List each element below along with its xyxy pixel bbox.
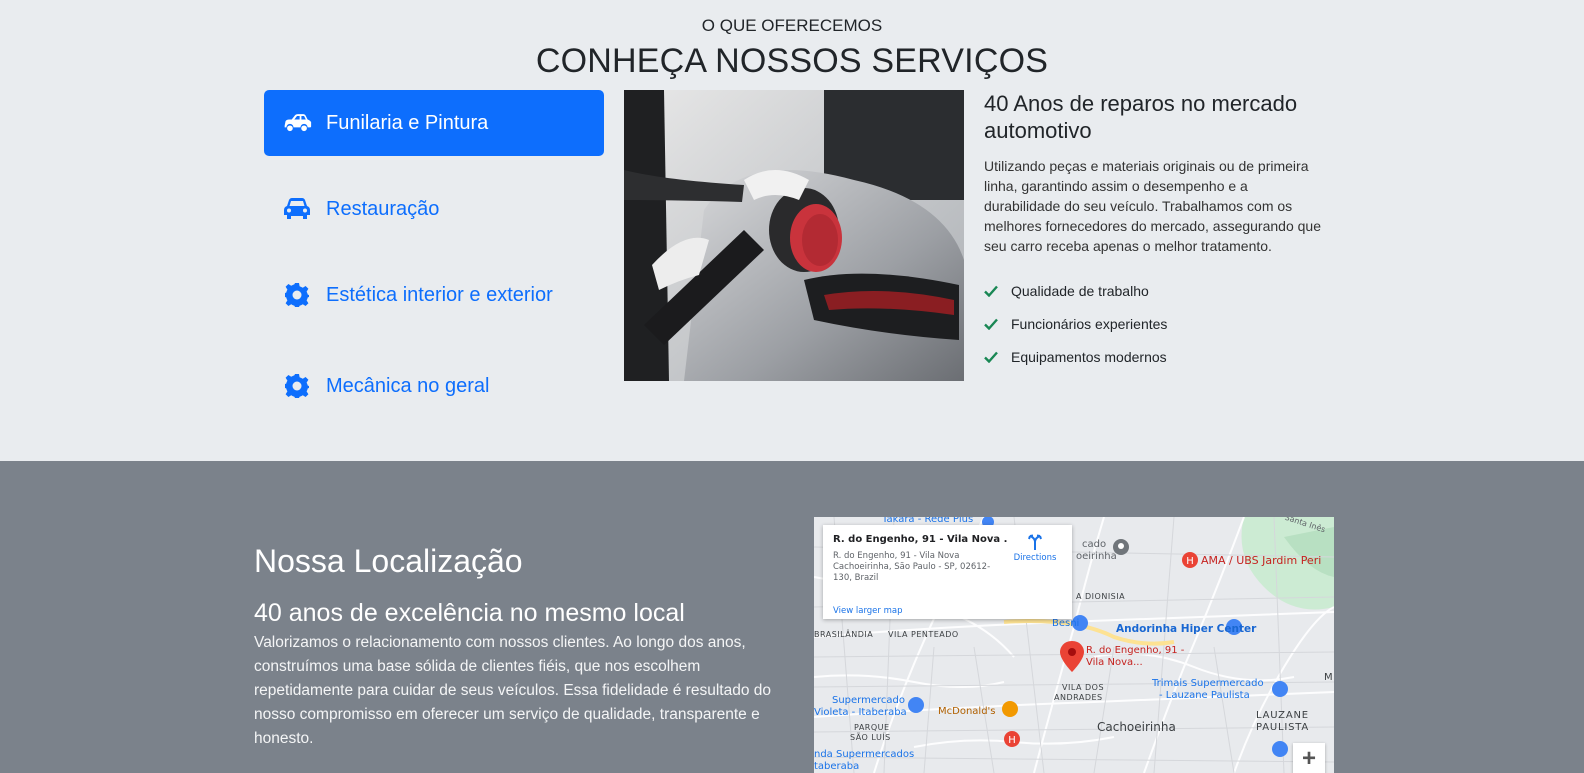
check-icon [984,318,998,330]
map-label: SÃO LUÍS [850,733,891,742]
directions-button[interactable]: Directions [1010,533,1060,563]
check-icon [984,285,998,297]
directions-label: Directions [1013,553,1057,563]
location-body: Valorizamos o relacionamento com nossos … [254,634,771,747]
google-map[interactable]: H H Takara - Rede Plus Santa Inês cado o… [814,517,1334,773]
map-label: Takara - Rede Plus [882,517,974,525]
view-larger-map-link[interactable]: View larger map [833,606,903,616]
map-label: R. do Engenho, 91 - [1086,645,1185,656]
map-label: Besni [1052,618,1080,629]
tab-mecanica[interactable]: Mecânica no geral [264,353,604,419]
location-section: Nossa Localização 40 anos de excelência … [0,461,1584,773]
services-section: O QUE OFERECEMOS CONHEÇA NOSSOS SERVIÇOS… [0,0,1584,461]
section-eyebrow: O QUE OFERECEMOS [701,16,883,35]
map-label: Supermercado [832,695,905,706]
map-place-card: R. do Engenho, 91 - Vila Nova ... R. do … [823,525,1072,619]
map-label: Vila Nova... [1086,657,1143,668]
section-title: CONHEÇA NOSSOS SERVIÇOS [535,42,1049,80]
tab-label: Estética interior e exterior [326,283,553,306]
map-label: cado [1082,539,1107,550]
map-label: VILA DOS [1062,683,1105,692]
svg-text:H: H [1008,735,1016,746]
svg-text:H: H [1186,556,1194,567]
map-label: Violeta - Itaberaba [814,707,907,718]
map-label: Andorinha Hiper Center [1116,623,1257,635]
service-photo [624,90,964,381]
map-label: Trimais Supermercado [1152,678,1264,689]
feature-label: Funcionários experientes [1011,315,1168,332]
tab-label: Funilaria e Pintura [326,111,489,134]
place-address: R. do Engenho, 91 - Vila Nova Cachoeirin… [833,551,991,583]
location-text: Nossa Localização 40 anos de excelência … [254,541,774,751]
map-label: McDonald's [938,706,996,717]
place-title: R. do Engenho, 91 - Vila Nova ... [833,534,1008,545]
service-detail: 40 Anos de reparos no mercado automotivo… [984,90,1324,373]
map-label: ANDRADES [1054,693,1103,702]
map-label: BRASILÂNDIA [814,630,874,639]
gear-icon [282,373,312,399]
tab-restauracao[interactable]: Restauração [264,176,604,242]
directions-icon [1026,533,1044,551]
map-label: VILA PENTEADO [888,630,959,639]
map-label: - Lauzane Paulista [1159,690,1250,701]
tab-label: Mecânica no geral [326,374,490,397]
map-label: PARQUE [854,723,890,732]
list-item: Equipamentos modernos [984,340,1324,373]
map-label: oeirinha [1076,551,1117,562]
feature-list: Qualidade de trabalho Funcionários exper… [984,274,1324,373]
map-label: A DIONISIA [1076,592,1126,601]
map-label: nda Supermercados [814,749,915,760]
check-icon [984,351,998,363]
gear-icon [282,282,312,308]
feature-label: Qualidade de trabalho [1011,282,1149,299]
list-item: Funcionários experientes [984,307,1324,340]
map-label: taberaba [814,761,860,772]
location-title: Nossa Localização [254,543,523,579]
location-subtitle: 40 anos de excelência no mesmo local [254,599,685,627]
tab-funilaria-pintura[interactable]: Funilaria e Pintura [264,90,604,156]
feature-label: Equipamentos modernos [1011,348,1167,365]
map-label: M [1324,672,1333,683]
tab-estetica[interactable]: Estética interior e exterior [264,262,604,328]
map-label: AMA / UBS Jardim Peri [1201,554,1322,567]
tab-label: Restauração [326,197,440,220]
map-label: PAULISTA [1256,722,1309,733]
car-side-icon [282,110,312,136]
map-label: Cachoeirinha [1097,720,1176,734]
list-item: Qualidade de trabalho [984,274,1324,307]
detail-body: Utilizando peças e materiais originais o… [984,158,1321,254]
car-front-icon [282,196,312,222]
detail-heading: 40 Anos de reparos no mercado automotivo [984,91,1298,143]
zoom-in-button[interactable]: + [1293,743,1325,773]
map-label: LAUZANE [1256,710,1309,721]
